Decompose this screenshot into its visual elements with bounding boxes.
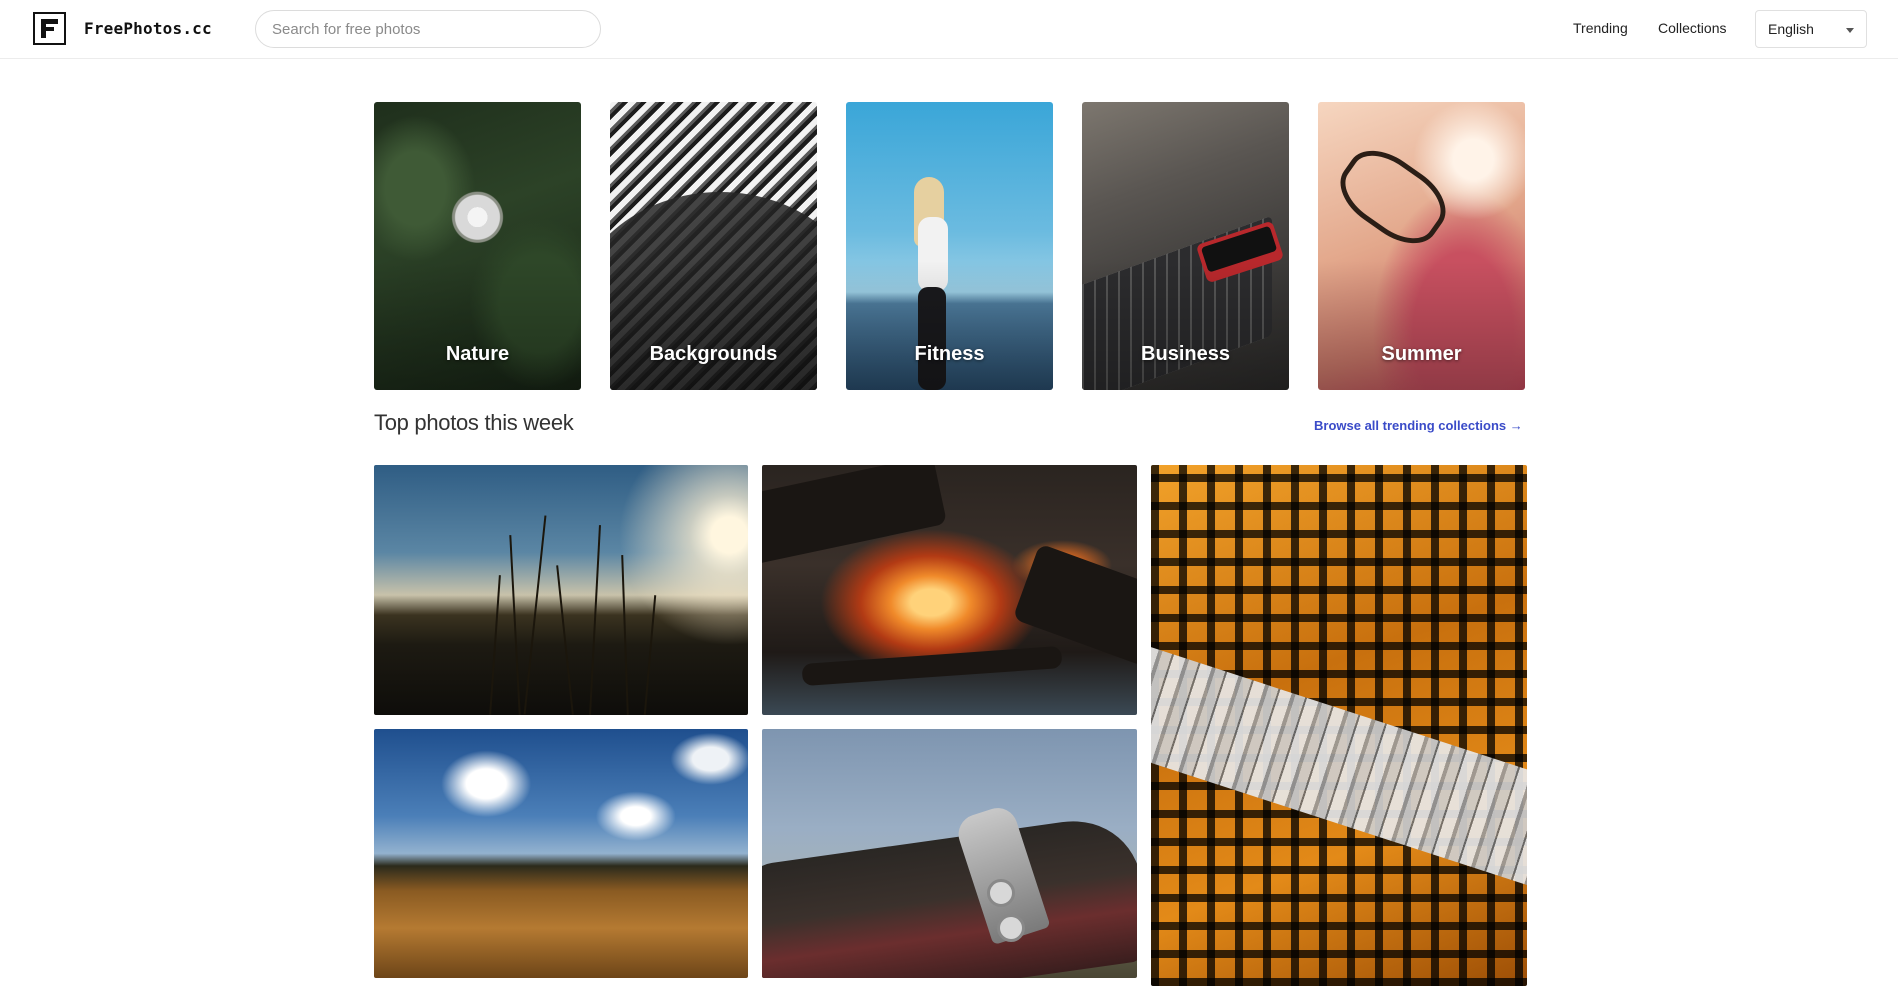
photo-detail [523, 515, 547, 715]
category-tile-nature[interactable]: Nature [374, 102, 581, 390]
category-tile-backgrounds[interactable]: Backgrounds [610, 102, 817, 390]
photo-detail [509, 535, 521, 715]
chevron-down-icon [1846, 28, 1854, 33]
top-navbar: FreePhotos.cc Trending Collections Engli… [0, 0, 1898, 59]
photo-detail [489, 575, 501, 715]
language-select[interactable]: English [1755, 10, 1867, 48]
photo-detail [556, 565, 574, 715]
search-input[interactable] [255, 10, 601, 48]
category-tile-fitness[interactable]: Fitness [846, 102, 1053, 390]
photo-thumbnail[interactable] [1151, 465, 1527, 986]
photo-detail [589, 525, 601, 715]
category-label: Backgrounds [649, 343, 778, 365]
category-label: Business [1141, 343, 1230, 365]
category-label: Summer [1381, 343, 1462, 365]
section-title: Top photos this week [374, 410, 574, 435]
category-tile-business[interactable]: Business [1082, 102, 1289, 390]
photo-detail [987, 879, 1015, 907]
logo-icon[interactable] [33, 12, 66, 45]
photo-detail [762, 810, 1137, 978]
nav-trending-link[interactable]: Trending [1573, 20, 1628, 36]
photo-detail [762, 465, 948, 566]
photo-detail [801, 645, 1063, 687]
photo-detail [1151, 637, 1527, 903]
category-label: Fitness [914, 343, 985, 365]
photo-thumbnail[interactable] [762, 465, 1137, 715]
photo-detail [643, 595, 657, 715]
photo-thumbnail[interactable] [374, 729, 748, 978]
category-label: Nature [445, 343, 510, 365]
browse-trending-collections-link[interactable]: Browse all trending collections → [1314, 418, 1523, 433]
site-name[interactable]: FreePhotos.cc [84, 19, 212, 38]
photo-detail [621, 555, 629, 715]
photo-detail [997, 914, 1025, 942]
photo-thumbnail[interactable] [762, 729, 1137, 978]
category-tile-summer[interactable]: Summer [1318, 102, 1525, 390]
nav-collections-link[interactable]: Collections [1658, 20, 1726, 36]
language-select-value: English [1768, 21, 1814, 37]
photo-thumbnail[interactable] [374, 465, 748, 715]
